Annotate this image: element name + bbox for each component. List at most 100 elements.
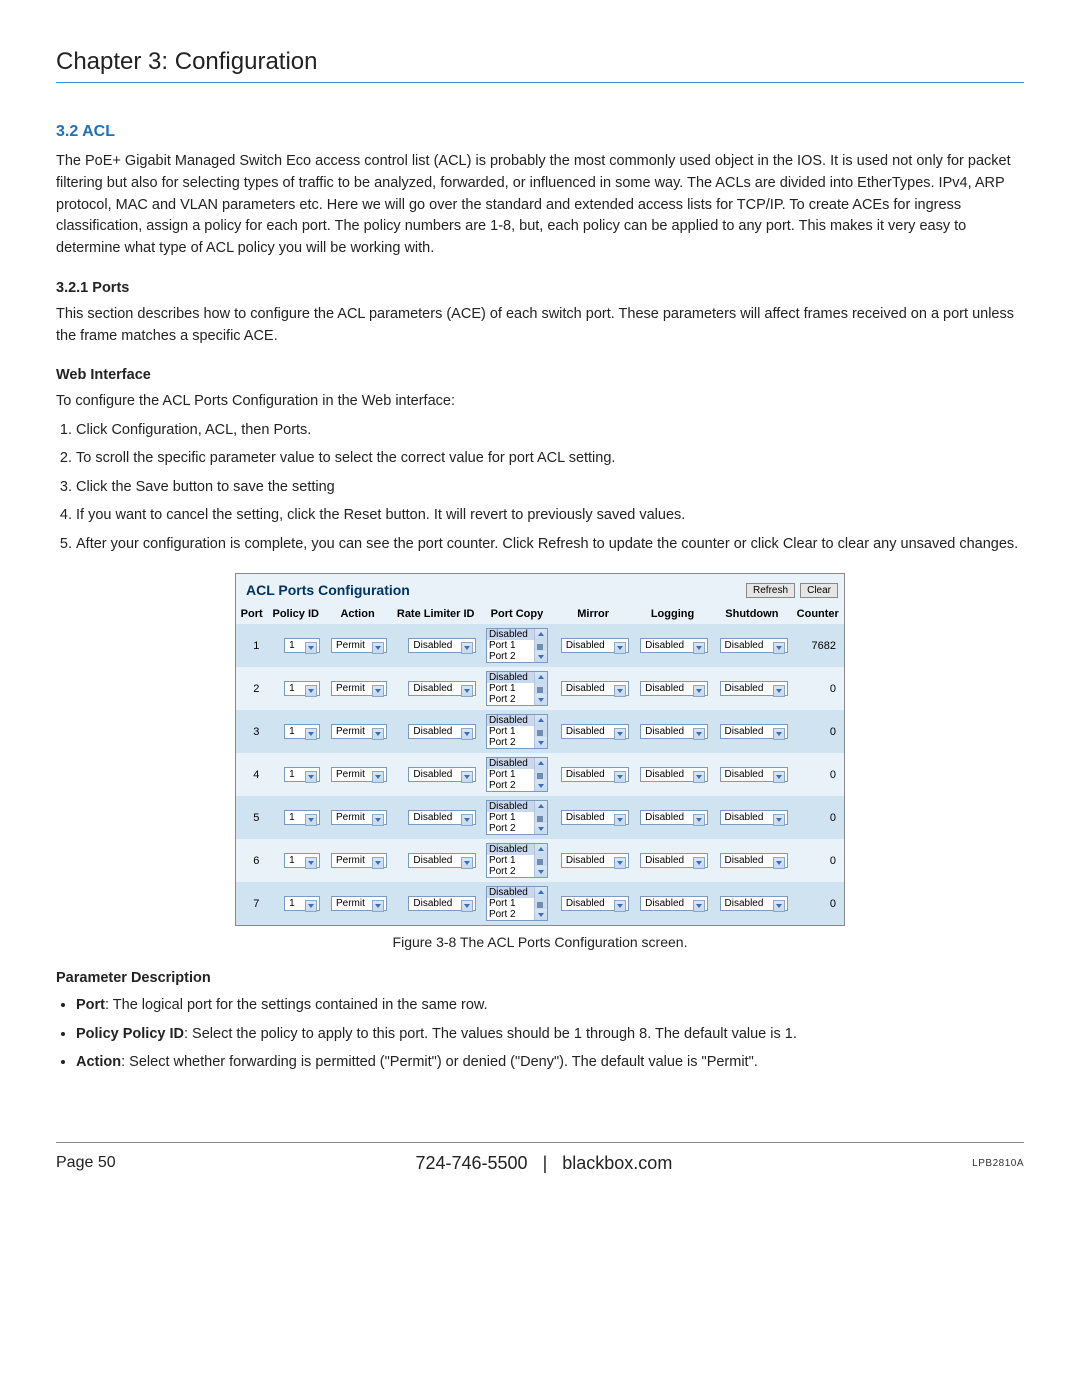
- counter-cell: 0: [792, 882, 844, 925]
- portcopy-cell: DisabledPort 1Port 2: [480, 882, 553, 925]
- col-header: Counter: [792, 604, 844, 624]
- dropdown[interactable]: Disabled: [640, 681, 708, 696]
- dropdown[interactable]: Disabled: [720, 681, 788, 696]
- dropdown[interactable]: Disabled: [561, 681, 629, 696]
- dropdown[interactable]: Disabled: [408, 810, 476, 825]
- dropdown[interactable]: Disabled: [640, 810, 708, 825]
- dropdown[interactable]: 1: [284, 767, 320, 782]
- port-copy-listbox[interactable]: DisabledPort 1Port 2: [486, 800, 548, 835]
- shutdown-cell: Disabled: [712, 753, 791, 796]
- logging-cell: Disabled: [633, 710, 712, 753]
- action-cell: Permit: [324, 667, 391, 710]
- dropdown[interactable]: Disabled: [408, 724, 476, 739]
- dropdown[interactable]: Disabled: [720, 896, 788, 911]
- policy-cell: 1: [267, 710, 324, 753]
- dropdown[interactable]: Disabled: [720, 767, 788, 782]
- dropdown[interactable]: Disabled: [561, 724, 629, 739]
- logging-cell: Disabled: [633, 667, 712, 710]
- table-row: 1 1 Permit Disabled DisabledPort 1Port 2 Disa…: [236, 624, 844, 667]
- step-item: Click Configuration, ACL, then Ports.: [76, 419, 1024, 441]
- acl-screenshot: ACL Ports Configuration Refresh Clear Po…: [235, 573, 845, 926]
- section-heading: 3.2 ACL: [56, 123, 1024, 141]
- dropdown[interactable]: Permit: [331, 853, 387, 868]
- dropdown[interactable]: Disabled: [561, 896, 629, 911]
- counter-cell: 0: [792, 667, 844, 710]
- dropdown[interactable]: Disabled: [561, 638, 629, 653]
- dropdown[interactable]: Permit: [331, 767, 387, 782]
- dropdown[interactable]: 1: [284, 810, 320, 825]
- dropdown[interactable]: Disabled: [640, 638, 708, 653]
- rate-cell: Disabled: [391, 796, 480, 839]
- dropdown[interactable]: Disabled: [640, 724, 708, 739]
- counter-cell: 0: [792, 710, 844, 753]
- mirror-cell: Disabled: [553, 624, 632, 667]
- port-copy-listbox[interactable]: DisabledPort 1Port 2: [486, 757, 548, 792]
- dropdown[interactable]: Disabled: [720, 638, 788, 653]
- portcopy-cell: DisabledPort 1Port 2: [480, 624, 553, 667]
- refresh-button[interactable]: Refresh: [746, 583, 795, 598]
- dropdown[interactable]: Disabled: [640, 767, 708, 782]
- table-row: 41PermitDisabledDisabledPort 1Port 2Disa…: [236, 753, 844, 796]
- shutdown-cell: Disabled: [712, 667, 791, 710]
- port-copy-listbox[interactable]: DisabledPort 1Port 2: [486, 671, 548, 706]
- footer-phone: 724-746-5500: [415, 1153, 527, 1173]
- col-header: Logging: [633, 604, 712, 624]
- dropdown[interactable]: Permit: [331, 810, 387, 825]
- dropdown[interactable]: Permit: [331, 724, 387, 739]
- dropdown[interactable]: 1: [284, 681, 320, 696]
- rate-cell: Disabled: [391, 839, 480, 882]
- footer-code: LPB2810A: [972, 1158, 1024, 1169]
- table-row: 71PermitDisabledDisabledPort 1Port 2Disa…: [236, 882, 844, 925]
- dropdown[interactable]: Disabled: [640, 853, 708, 868]
- screenshot-title: ACL Ports Configuration: [246, 582, 410, 598]
- dropdown[interactable]: 1: [284, 896, 320, 911]
- ports-paragraph: This section describes how to configure …: [56, 304, 1024, 348]
- dropdown[interactable]: Disabled: [561, 853, 629, 868]
- policy-cell: 1: [267, 882, 324, 925]
- rate-cell: Disabled: [391, 710, 480, 753]
- port-copy-listbox[interactable]: DisabledPort 1Port 2: [486, 886, 548, 921]
- port-copy-listbox[interactable]: DisabledPort 1Port 2: [486, 843, 548, 878]
- web-interface-intro: To configure the ACL Ports Configuration…: [56, 391, 1024, 413]
- dropdown[interactable]: Disabled: [408, 853, 476, 868]
- dropdown[interactable]: Disabled: [408, 896, 476, 911]
- dropdown[interactable]: Disabled: [408, 638, 476, 653]
- table-row: 6 1 Permit Disabled DisabledPort 1Port 2 Disa…: [236, 839, 844, 882]
- param-item: Port: The logical port for the settings …: [76, 994, 1024, 1016]
- logging-cell: Disabled: [633, 624, 712, 667]
- dropdown[interactable]: Disabled: [720, 724, 788, 739]
- policy-cell: 1: [267, 839, 324, 882]
- port-cell: 5: [236, 796, 267, 839]
- dropdown[interactable]: Disabled: [720, 810, 788, 825]
- dropdown[interactable]: 1: [284, 853, 320, 868]
- port-cell: 6: [236, 839, 267, 882]
- dropdown[interactable]: Disabled: [408, 681, 476, 696]
- counter-cell: 0: [792, 839, 844, 882]
- dropdown[interactable]: 1: [284, 724, 320, 739]
- dropdown[interactable]: Disabled: [561, 810, 629, 825]
- dropdown[interactable]: Disabled: [408, 767, 476, 782]
- counter-cell: 0: [792, 753, 844, 796]
- rate-cell: Disabled: [391, 667, 480, 710]
- footer-sep: |: [543, 1153, 548, 1173]
- shutdown-cell: Disabled: [712, 796, 791, 839]
- port-copy-listbox[interactable]: DisabledPort 1Port 2: [486, 714, 548, 749]
- mirror-cell: Disabled: [553, 710, 632, 753]
- dropdown[interactable]: Disabled: [640, 896, 708, 911]
- dropdown[interactable]: Disabled: [561, 767, 629, 782]
- port-copy-listbox[interactable]: DisabledPort 1Port 2: [486, 628, 548, 663]
- rate-cell: Disabled: [391, 753, 480, 796]
- clear-button[interactable]: Clear: [800, 583, 838, 598]
- dropdown[interactable]: Disabled: [720, 853, 788, 868]
- dropdown[interactable]: Permit: [331, 681, 387, 696]
- dropdown[interactable]: Permit: [331, 896, 387, 911]
- figure-caption: Figure 3-8 The ACL Ports Configuration s…: [56, 934, 1024, 950]
- portcopy-cell: DisabledPort 1Port 2: [480, 839, 553, 882]
- port-cell: 2: [236, 667, 267, 710]
- dropdown[interactable]: Permit: [331, 638, 387, 653]
- dropdown[interactable]: 1: [284, 638, 320, 653]
- footer-site: blackbox.com: [562, 1153, 672, 1173]
- port-cell: 1: [236, 624, 267, 667]
- portcopy-cell: DisabledPort 1Port 2: [480, 667, 553, 710]
- shutdown-cell: Disabled: [712, 710, 791, 753]
